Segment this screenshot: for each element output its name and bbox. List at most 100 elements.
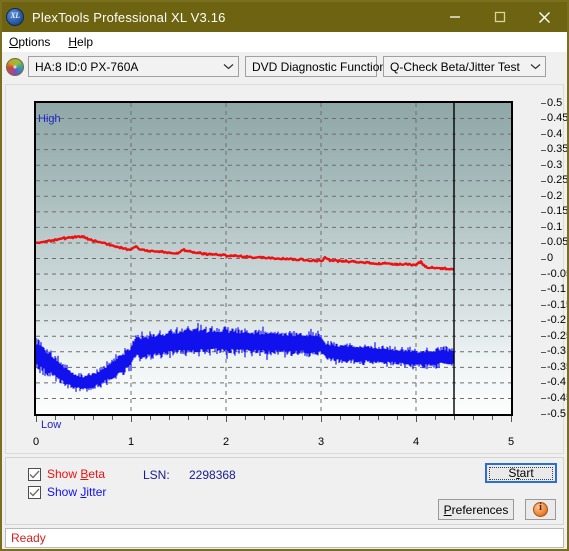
y-tick-label: -0.4 xyxy=(547,376,566,389)
prefs-label: Preferences xyxy=(444,503,509,517)
x-tick-mark xyxy=(207,416,208,420)
y-tick-mark xyxy=(541,211,546,213)
show-beta-label-post: eta xyxy=(88,467,106,481)
x-tick-mark xyxy=(150,416,151,420)
x-tick-mark xyxy=(435,416,436,420)
title-bar: XL PlexTools Professional XL V3.16 xyxy=(2,2,567,32)
test-select-value: Q-Check Beta/Jitter Test xyxy=(390,59,520,74)
y-tick-label: -0.35 xyxy=(547,360,567,373)
y-tick-mark xyxy=(541,320,546,322)
lsn-label: LSN: xyxy=(143,468,170,482)
app-icon: XL xyxy=(6,8,24,26)
prefs-label-accel: P xyxy=(443,502,452,517)
prefs-label-post: references xyxy=(451,502,509,517)
x-tick-label: 4 xyxy=(412,436,420,448)
y-tick-mark xyxy=(541,382,546,384)
y-tick-mark xyxy=(541,165,546,167)
x-tick-mark xyxy=(283,416,284,420)
x-tick-mark xyxy=(416,416,417,422)
info-button[interactable]: i xyxy=(525,499,556,520)
show-jitter-checkbox[interactable]: Show Jitter xyxy=(28,485,106,499)
y-tick-mark xyxy=(541,336,546,338)
menu-bar: Options Help xyxy=(2,32,567,52)
y-tick-mark xyxy=(541,351,546,353)
y-tick-label: -0.15 xyxy=(547,298,567,311)
x-tick-mark xyxy=(473,416,474,420)
y-tick-mark xyxy=(541,414,546,415)
window-title: PlexTools Professional XL V3.16 xyxy=(32,9,226,25)
start-label-post: art xyxy=(519,466,534,480)
y-tick-label: 0.4 xyxy=(547,127,563,140)
y-tick-mark xyxy=(541,289,546,291)
y-tick-mark xyxy=(541,398,546,400)
x-tick-mark xyxy=(131,416,132,422)
close-button[interactable] xyxy=(522,2,567,32)
y-tick-label: -0.2 xyxy=(547,314,566,327)
checkbox-box xyxy=(28,485,41,499)
x-tick-label: 1 xyxy=(127,436,135,448)
y-tick-label: -0.5 xyxy=(547,407,566,420)
show-beta-checkbox[interactable]: Show Beta xyxy=(28,467,105,481)
y-tick-label: 0.45 xyxy=(547,112,569,125)
preferences-button[interactable]: Preferences xyxy=(438,499,514,520)
chart-panel: High Low 0.5 0.45 0.4 0.35 0.3 0.25 0.2 0.15 0.1… xyxy=(5,84,567,454)
x-tick-mark xyxy=(188,416,189,420)
start-button-focus-rect: St art xyxy=(489,466,553,480)
x-tick-label: 5 xyxy=(507,436,515,448)
x-tick-mark xyxy=(264,416,265,420)
menu-help-accel: H xyxy=(68,35,78,49)
y-tick-label: 0.15 xyxy=(547,205,569,218)
y-tick-label: 0.3 xyxy=(547,158,563,171)
x-tick-mark xyxy=(321,416,322,422)
show-jitter-label-pre: Show xyxy=(47,485,81,499)
drive-select[interactable]: HA:8 ID:0 PX-760A xyxy=(28,56,239,77)
status-bar: Ready xyxy=(5,528,564,548)
x-tick-mark xyxy=(340,416,341,420)
menu-item-options[interactable]: Options xyxy=(9,35,50,49)
x-tick-mark xyxy=(93,416,94,420)
x-tick-mark xyxy=(245,416,246,420)
show-beta-label: Show Beta xyxy=(47,467,105,481)
status-text: Ready xyxy=(11,531,46,545)
x-tick-mark xyxy=(378,416,379,420)
lsn-value: 2298368 xyxy=(189,468,236,482)
function-select[interactable]: DVD Diagnostic Functions xyxy=(245,56,405,77)
toolbar: HA:8 ID:0 PX-760A DVD Diagnostic Functio… xyxy=(2,52,567,81)
x-tick-mark xyxy=(492,416,493,420)
start-label-pre: S xyxy=(508,466,517,480)
function-select-value: DVD Diagnostic Functions xyxy=(252,59,393,74)
test-select[interactable]: Q-Check Beta/Jitter Test xyxy=(383,56,546,77)
plot-wrapper: High Low 0.5 0.45 0.4 0.35 0.3 0.25 0.2 0.15 0.1… xyxy=(33,97,567,448)
y-tick-label: 0.1 xyxy=(547,220,563,233)
show-beta-label-pre: Show xyxy=(47,467,81,481)
y-tick-mark xyxy=(541,258,546,260)
menu-options-rest: ptions xyxy=(18,35,51,49)
chevron-down-icon xyxy=(221,62,236,72)
y-tick-label: -0.45 xyxy=(547,391,567,404)
y-tick-mark xyxy=(541,274,546,276)
y-tick-mark xyxy=(541,134,546,136)
y-tick-label: 0 xyxy=(547,252,554,264)
minimize-button[interactable] xyxy=(432,2,477,32)
show-jitter-label: Show Jitter xyxy=(47,485,106,499)
show-jitter-label-post: itter xyxy=(86,485,107,499)
menu-item-help[interactable]: Help xyxy=(68,35,93,49)
x-tick-mark xyxy=(511,416,512,422)
checkbox-box xyxy=(28,467,41,481)
x-tick-mark xyxy=(112,416,113,420)
y-tick-label: -0.1 xyxy=(547,283,566,296)
drive-select-value: HA:8 ID:0 PX-760A xyxy=(35,59,139,74)
x-tick-mark xyxy=(226,416,227,422)
plot-area xyxy=(34,101,513,416)
chevron-down-icon xyxy=(528,62,543,72)
maximize-button[interactable] xyxy=(477,2,522,32)
start-button[interactable]: St art xyxy=(485,463,557,483)
optical-disc-icon xyxy=(6,57,24,76)
y-tick-mark xyxy=(541,103,546,104)
x-tick-mark xyxy=(359,416,360,420)
y-tick-mark xyxy=(541,196,546,198)
x-tick-mark xyxy=(397,416,398,420)
y-tick-label: 0.25 xyxy=(547,174,569,187)
x-tick-mark xyxy=(55,416,56,420)
controls-panel: Show Beta Show Jitter LSN: 2298368 St art… xyxy=(5,457,564,525)
